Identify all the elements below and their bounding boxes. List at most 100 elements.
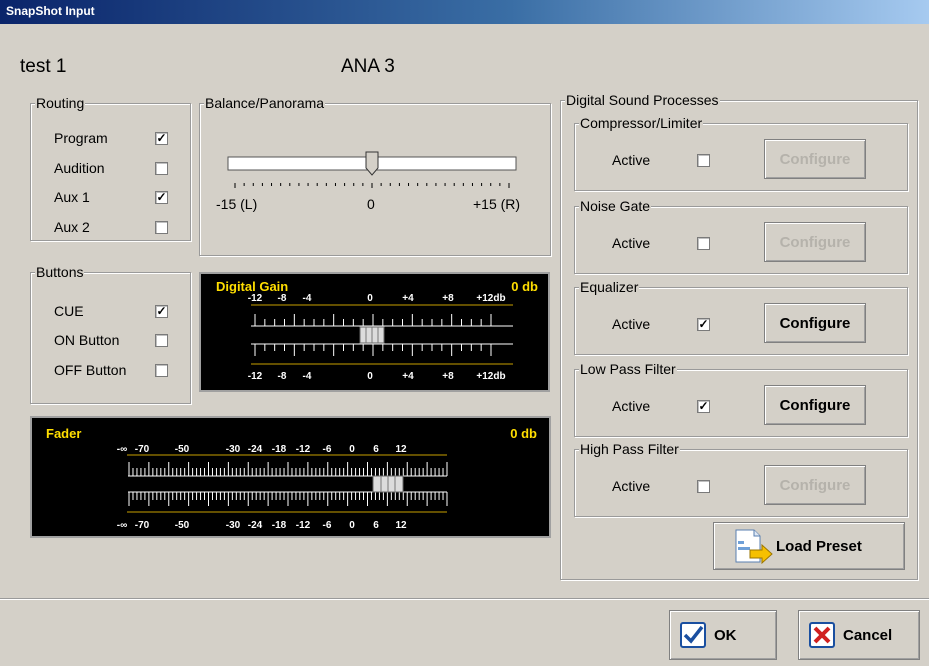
buttons-label-off: OFF Button <box>54 362 127 378</box>
load-preset-button[interactable]: Load Preset <box>713 522 905 570</box>
balance-thumb <box>365 151 379 176</box>
fader-tick-label: -12 <box>296 444 311 455</box>
buttons-checkbox-off[interactable] <box>155 364 168 377</box>
dsp-high-pass-legend: High Pass Filter <box>579 441 680 457</box>
fader-tick-label: 6 <box>373 520 379 531</box>
fader-scale[interactable]: -∞ -70 -50 -30 -24 -18 -12 -6 0 6 12 -∞ -70 -50 -30 -2… <box>32 418 549 536</box>
buttons-checkbox-cue[interactable]: ✓ <box>155 305 168 318</box>
dsp-noise-gate-configure-button[interactable]: Configure <box>764 222 866 262</box>
footer-separator <box>0 598 929 600</box>
buttons-label-cue: CUE <box>54 303 84 319</box>
fader-tick-label: 6 <box>373 444 379 455</box>
digital-gain-scale[interactable]: -12 -8 -4 0 +4 +8 +12db -12 -8 -4 0 +4 +8 +12db <box>201 274 548 390</box>
dsp-noise-gate-legend: Noise Gate <box>579 198 652 214</box>
cancel-label: Cancel <box>843 626 893 644</box>
balance-right-label: +15 (R) <box>473 196 521 212</box>
cancel-button[interactable]: Cancel <box>798 610 920 660</box>
fader-tick-label: -70 <box>135 520 150 531</box>
dsp-high-pass-configure-button[interactable]: Configure <box>764 465 866 505</box>
channel-name: test 1 <box>20 56 67 77</box>
dsp-equalizer-active-checkbox[interactable]: ✓ <box>697 318 710 331</box>
digital-gain-tick-label: +8 <box>442 293 454 304</box>
balance-left-label: -15 (L) <box>216 196 258 212</box>
window-title: SnapShot Input <box>6 4 95 18</box>
title-bar[interactable]: SnapShot Input <box>0 0 929 24</box>
fader-tick-label: -30 <box>226 444 241 455</box>
load-preset-label: Load Preset <box>776 537 862 555</box>
routing-label-audition: Audition <box>54 160 105 176</box>
dsp-compressor-configure-button[interactable]: Configure <box>764 139 866 179</box>
dsp-low-pass-group: Low Pass Filter Active ✓ Configure <box>574 361 908 437</box>
dsp-low-pass-active-label: Active <box>612 398 651 414</box>
dsp-high-pass-group: High Pass Filter Active Configure <box>574 441 908 517</box>
dsp-compressor-legend: Compressor/Limiter <box>579 115 704 131</box>
digital-gain-tick-label: +8 <box>442 371 454 382</box>
digital-gain-tick-label: -8 <box>278 371 287 382</box>
dsp-group: Digital Sound Processes Compressor/Limit… <box>560 92 918 580</box>
digital-gain-tick-label: -12 <box>248 371 263 382</box>
close-icon <box>809 622 835 648</box>
fader-tick-label: -18 <box>272 444 287 455</box>
balance-group: Balance/Panorama -15 (L) 0 +15 (R) <box>199 95 551 256</box>
buttons-checkbox-on[interactable] <box>155 334 168 347</box>
digital-gain-tick-label: -4 <box>303 371 312 382</box>
digital-gain-tick-label: +4 <box>402 371 414 382</box>
fader-tick-label: -50 <box>175 444 190 455</box>
dsp-equalizer-legend: Equalizer <box>579 279 640 295</box>
routing-label-aux1: Aux 1 <box>54 189 90 205</box>
dsp-high-pass-active-label: Active <box>612 478 651 494</box>
fader-tick-label: -30 <box>226 520 241 531</box>
balance-center-label: 0 <box>367 196 375 212</box>
balance-slider[interactable] <box>200 104 550 255</box>
digital-gain-tick-label: +4 <box>402 293 414 304</box>
dsp-noise-gate-active-checkbox[interactable] <box>697 237 710 250</box>
dsp-high-pass-active-checkbox[interactable] <box>697 480 710 493</box>
fader-tick-label: 0 <box>349 444 355 455</box>
routing-group: Routing Program ✓ Audition Aux 1 ✓ Aux 2 <box>30 95 191 241</box>
routing-checkbox-aux2[interactable] <box>155 221 168 234</box>
fader-tick-label: -6 <box>323 444 332 455</box>
fader-tick-label: -50 <box>175 520 190 531</box>
digital-gain-tick-label: 0 <box>367 371 373 382</box>
source-name: ANA 3 <box>341 56 395 77</box>
fader-tick-label: -∞ <box>117 520 127 531</box>
routing-checkbox-program[interactable]: ✓ <box>155 132 168 145</box>
fader-tick-label: -∞ <box>117 444 127 455</box>
buttons-label-on: ON Button <box>54 332 120 348</box>
digital-gain-panel: Digital Gain 0 db -12 -8 -4 0 +4 +8 +12db -12-… <box>199 272 550 392</box>
fader-tick-label: -70 <box>135 444 150 455</box>
routing-legend: Routing <box>35 95 86 111</box>
dsp-legend: Digital Sound Processes <box>565 92 720 108</box>
ok-label: OK <box>714 626 737 644</box>
dsp-compressor-active-checkbox[interactable] <box>697 154 710 167</box>
fader-tick-label: -12 <box>296 520 311 531</box>
fader-thumb <box>372 475 404 493</box>
fader-tick-label: -24 <box>248 520 263 531</box>
fader-tick-label: 12 <box>395 520 407 531</box>
dsp-low-pass-active-checkbox[interactable]: ✓ <box>697 400 710 413</box>
dsp-low-pass-legend: Low Pass Filter <box>579 361 677 377</box>
routing-checkbox-audition[interactable] <box>155 162 168 175</box>
fader-tick-label: -6 <box>323 520 332 531</box>
routing-label-aux2: Aux 2 <box>54 219 90 235</box>
dialog-body: test 1 ANA 3 Routing Program ✓ Audition … <box>0 24 929 666</box>
digital-gain-tick-label: 0 <box>367 293 373 304</box>
routing-checkbox-aux1[interactable]: ✓ <box>155 191 168 204</box>
fader-panel: Fader 0 db -∞ -70 -50 -30 -24 -18 -12 -6 0 6 12 -∞… <box>30 416 551 538</box>
digital-gain-tick-label: -4 <box>303 293 312 304</box>
dsp-compressor-group: Compressor/Limiter Active Configure <box>574 115 908 191</box>
ok-button[interactable]: OK <box>669 610 777 660</box>
fader-tick-label: 0 <box>349 520 355 531</box>
dsp-equalizer-configure-button[interactable]: Configure <box>764 303 866 343</box>
buttons-group: Buttons CUE ✓ ON Button OFF Button <box>30 264 191 404</box>
dsp-equalizer-group: Equalizer Active ✓ Configure <box>574 279 908 355</box>
digital-gain-tick-label: +12db <box>476 293 505 304</box>
routing-label-program: Program <box>54 130 108 146</box>
fader-tick-label: 12 <box>395 444 407 455</box>
dsp-compressor-active-label: Active <box>612 152 651 168</box>
fader-tick-label: -18 <box>272 520 287 531</box>
digital-gain-thumb <box>359 326 385 344</box>
digital-gain-tick-label: -8 <box>278 293 287 304</box>
dsp-low-pass-configure-button[interactable]: Configure <box>764 385 866 425</box>
load-preset-icon <box>735 529 773 564</box>
